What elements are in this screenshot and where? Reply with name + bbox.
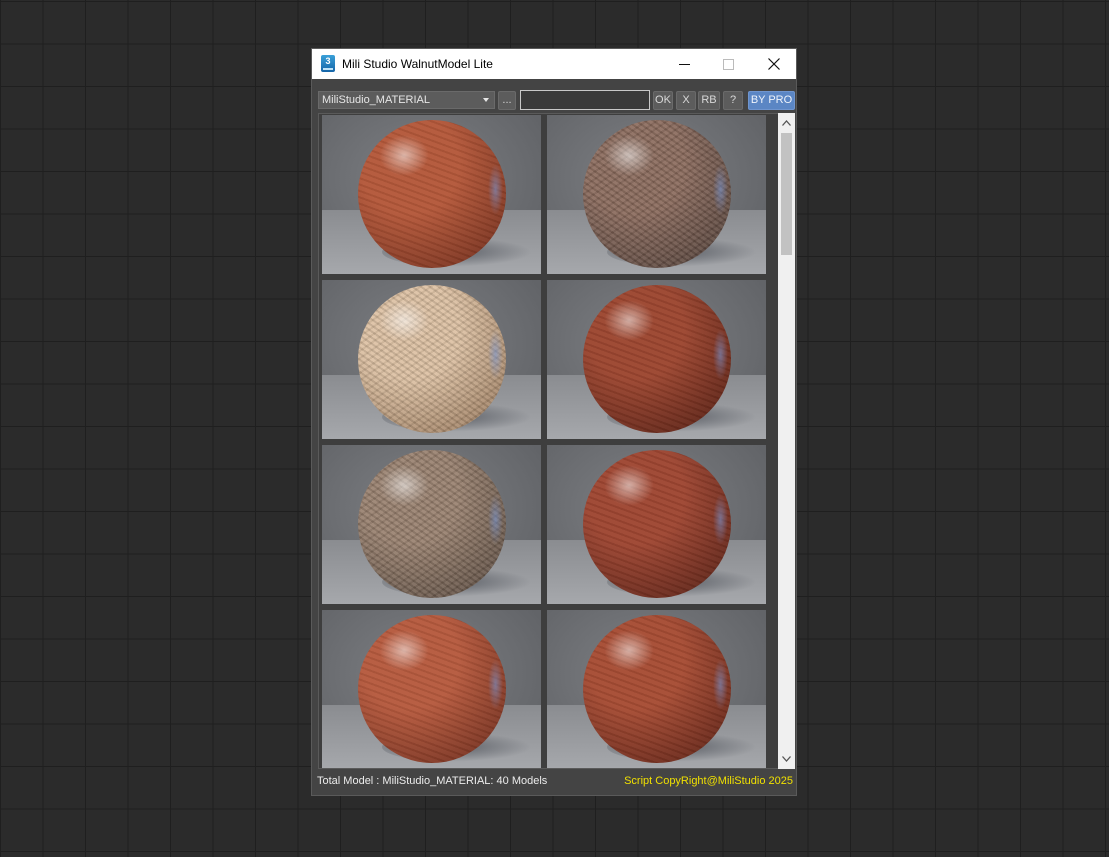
material-sphere (583, 120, 731, 268)
material-thumbnail[interactable] (322, 445, 541, 604)
browse-button[interactable]: ... (498, 91, 516, 110)
clear-button[interactable]: X (676, 91, 696, 110)
material-thumbnail[interactable] (547, 280, 766, 439)
scroll-down-button[interactable] (778, 751, 795, 767)
chevron-down-icon (483, 98, 489, 102)
material-sphere (358, 450, 506, 598)
material-grid (318, 113, 795, 769)
main-window: 3 Mili Studio WalnutModel Lite MiliStudi… (311, 48, 797, 796)
material-thumbnail[interactable] (322, 115, 541, 274)
window-title: Mili Studio WalnutModel Lite (342, 57, 493, 71)
by-pro-button[interactable]: BY PRO (748, 91, 795, 110)
maximize-icon (722, 58, 734, 70)
scroll-thumb[interactable] (781, 133, 792, 255)
maximize-button[interactable] (706, 49, 750, 79)
title-bar[interactable]: 3 Mili Studio WalnutModel Lite (312, 49, 796, 79)
material-thumbnail[interactable] (547, 445, 766, 604)
library-dropdown-value: MiliStudio_MATERIAL (322, 94, 430, 106)
search-input[interactable] (520, 90, 650, 110)
help-button[interactable]: ? (723, 91, 743, 110)
material-sphere (358, 285, 506, 433)
material-sphere (583, 285, 731, 433)
material-thumbnail[interactable] (322, 280, 541, 439)
material-thumbnail[interactable] (547, 115, 766, 274)
total-models-label: Total Model : MiliStudio_MATERIAL: 40 Mo… (317, 775, 548, 787)
ok-button[interactable]: OK (653, 91, 673, 110)
minimize-icon (678, 63, 690, 65)
material-sphere (358, 120, 506, 268)
material-sphere (583, 615, 731, 763)
material-sphere (583, 450, 731, 598)
minimize-button[interactable] (662, 49, 706, 79)
status-bar: Total Model : MiliStudio_MATERIAL: 40 Mo… (312, 773, 796, 791)
material-thumbnail[interactable] (547, 610, 766, 768)
material-thumbnail[interactable] (322, 610, 541, 768)
library-dropdown[interactable]: MiliStudio_MATERIAL (318, 91, 495, 109)
chevron-up-icon (782, 120, 791, 126)
chevron-down-icon (782, 756, 791, 762)
scroll-up-button[interactable] (778, 115, 795, 131)
material-sphere (358, 615, 506, 763)
app-icon: 3 (321, 55, 335, 72)
toolbar: MiliStudio_MATERIAL ... OK X RB ? BY PRO (312, 89, 796, 111)
rb-button[interactable]: RB (698, 91, 720, 110)
close-icon (768, 58, 780, 70)
close-button[interactable] (752, 49, 796, 79)
copyright-label: Script CopyRight@MiliStudio 2025 (624, 775, 793, 787)
vertical-scrollbar[interactable] (778, 113, 795, 769)
